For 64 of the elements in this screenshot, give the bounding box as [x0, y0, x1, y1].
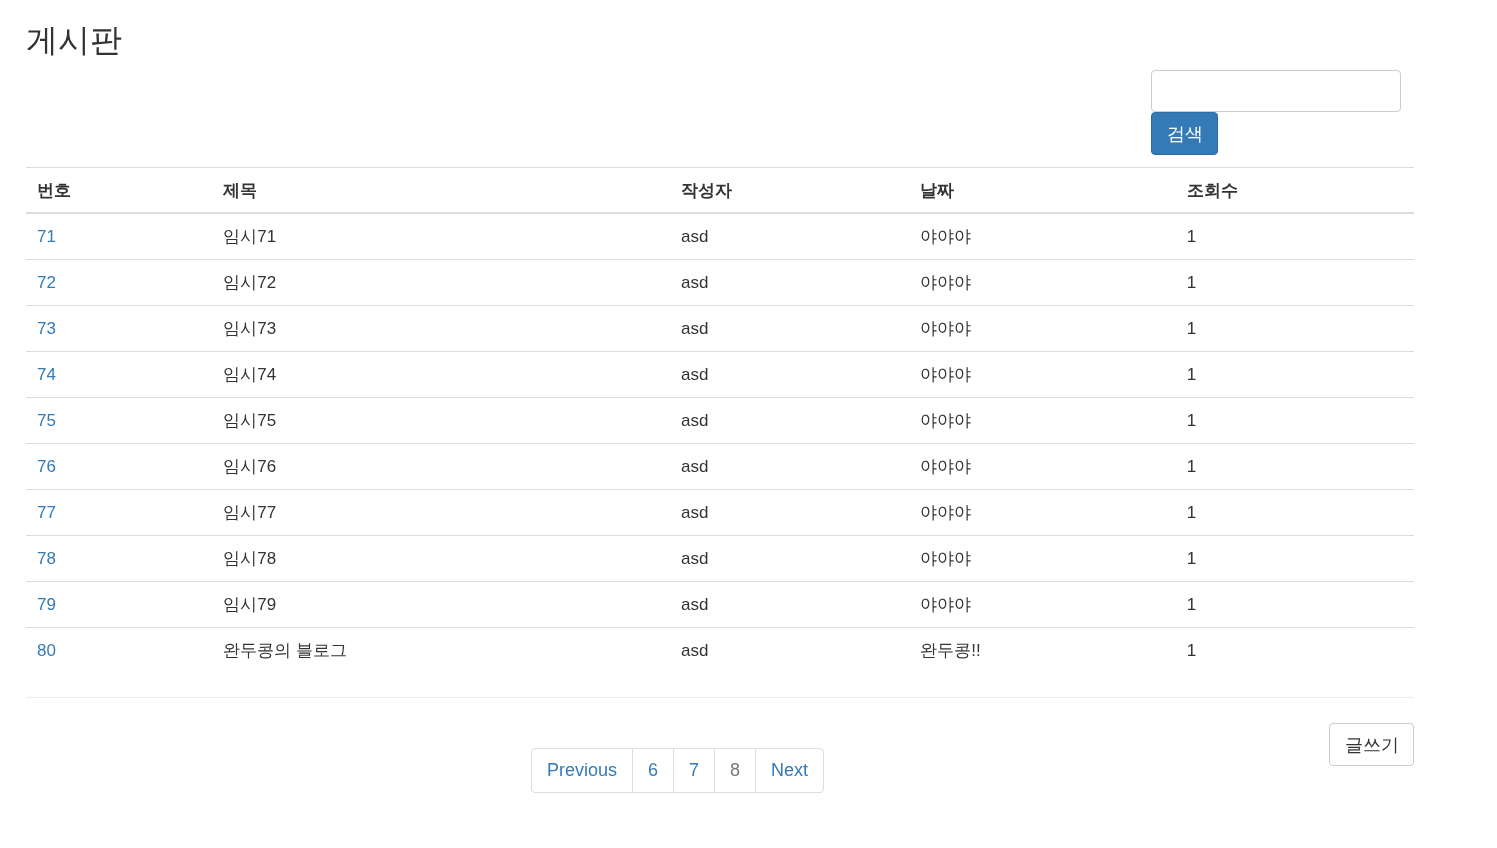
table-cell: asd	[681, 594, 709, 614]
page-link[interactable]: 6	[632, 748, 675, 793]
table-cell: asd	[681, 548, 709, 568]
table-cell: 1	[1186, 226, 1197, 246]
post-number-link[interactable]: 78	[37, 548, 56, 568]
column-header: 조회수	[1175, 167, 1414, 213]
search-button[interactable]: 검색	[1151, 112, 1218, 155]
table-cell: 1	[1186, 640, 1197, 660]
table-cell: 야야야	[920, 365, 972, 384]
table-cell: 1	[1186, 548, 1197, 568]
table-cell: asd	[681, 456, 709, 476]
table-cell: 1	[1186, 410, 1197, 430]
page-title: 게시판	[26, 21, 123, 60]
table-cell: 야야야	[920, 273, 972, 292]
table-cell: 1	[1186, 456, 1197, 476]
post-number-link[interactable]: 77	[37, 502, 56, 522]
page-link[interactable]: 7	[673, 748, 716, 793]
table-cell: 완두콩의 블로그	[223, 641, 348, 660]
table-cell: 임시79	[223, 595, 277, 614]
post-number-link[interactable]: 75	[37, 410, 56, 430]
post-number-link[interactable]: 72	[37, 272, 56, 292]
write-button[interactable]: 글쓰기	[1329, 723, 1414, 766]
table-cell: 임시78	[223, 549, 277, 568]
table-cell: 1	[1186, 502, 1197, 522]
table-cell: 야야야	[920, 503, 972, 522]
table-cell: asd	[681, 410, 709, 430]
table-cell: 임시76	[223, 457, 277, 476]
post-number-link[interactable]: 80	[37, 640, 56, 660]
table-cell: 야야야	[920, 549, 972, 568]
table-cell: asd	[681, 502, 709, 522]
table-cell: 완두콩!!	[920, 641, 981, 660]
table-cell: 임시71	[223, 227, 277, 246]
post-number-link[interactable]: 73	[37, 318, 56, 338]
page-link[interactable]: 8	[714, 748, 757, 793]
column-header: 작성자	[670, 167, 910, 213]
table-cell: 임시74	[223, 365, 277, 384]
table-cell: 1	[1186, 272, 1197, 292]
table-cell: 1	[1186, 594, 1197, 614]
post-number-link[interactable]: 74	[37, 364, 56, 384]
table-cell: 임시72	[223, 273, 277, 292]
page-link[interactable]: Next	[755, 748, 825, 793]
table-cell: asd	[681, 272, 709, 292]
table-cell: asd	[681, 364, 709, 384]
post-number-link[interactable]: 79	[37, 594, 56, 614]
post-number-link[interactable]: 71	[37, 226, 56, 246]
table-cell: asd	[681, 640, 709, 660]
table-cell: 임시75	[223, 411, 277, 430]
post-number-link[interactable]: 76	[37, 456, 56, 476]
table-cell: 1	[1186, 318, 1197, 338]
table-cell: asd	[681, 318, 709, 338]
table-cell: 야야야	[920, 227, 972, 246]
page-link[interactable]: Previous	[531, 748, 634, 793]
table-cell: 1	[1186, 364, 1197, 384]
table-cell: 임시73	[223, 319, 277, 338]
column-header: 제목	[212, 167, 671, 213]
search-field[interactable]	[1151, 70, 1401, 112]
column-header: 번호	[26, 167, 213, 213]
table-cell: asd	[681, 226, 709, 246]
table-cell: 야야야	[920, 411, 972, 430]
table-cell: 야야야	[920, 457, 972, 476]
table-cell: 임시77	[223, 503, 277, 522]
column-header: 날짜	[909, 167, 1176, 213]
table-cell: 야야야	[920, 319, 972, 338]
table-cell: 야야야	[920, 595, 972, 614]
